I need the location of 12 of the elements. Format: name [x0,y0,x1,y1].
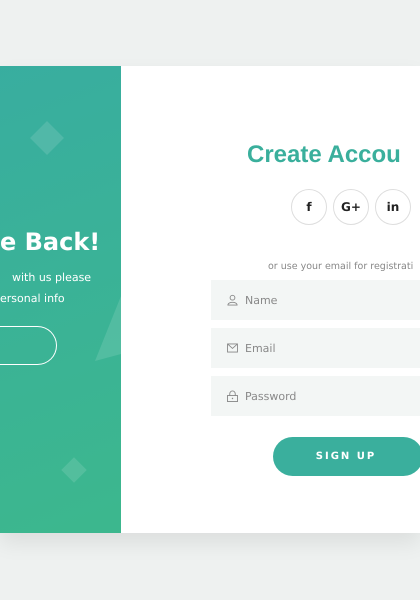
hint-text: or use your email for registrati [268,261,414,272]
form-title: Create Accou [247,140,402,170]
outline-button[interactable] [0,326,57,365]
welcome-text: ersonal info [0,291,66,307]
input-field[interactable]: Name [211,280,420,320]
welcome-title: e Back! [0,227,102,258]
input-field[interactable]: Email [211,328,420,368]
social-button[interactable]: f [291,189,327,225]
welcome-text: with us please [12,270,92,286]
social-button[interactable]: in [375,189,411,225]
social-button[interactable]: G+ [333,189,369,225]
input-field[interactable]: Password [211,376,420,416]
